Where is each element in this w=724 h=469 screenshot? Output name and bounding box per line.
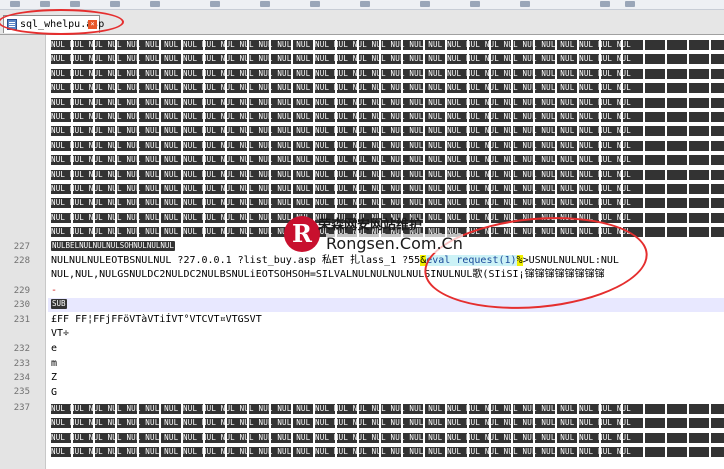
code-line-231: £FF FF¦FFjFFöVTàVTiÍVT°VTCVT¤VTGSVT xyxy=(51,313,262,327)
toolbar xyxy=(0,0,724,10)
line-number: 233 xyxy=(13,359,30,369)
toolbar-icon[interactable] xyxy=(360,1,370,7)
nul-row-text: NUL NUL NUL NUL NUL NUL NUL NUL NUL NUL … xyxy=(51,83,631,93)
toolbar-icon[interactable] xyxy=(70,1,80,7)
toolbar-icon[interactable] xyxy=(520,1,530,7)
code-line-233: m xyxy=(51,357,57,371)
code-line-234: Z xyxy=(51,371,57,385)
toolbar-icon[interactable] xyxy=(150,1,160,7)
nul-row: NUL NUL NUL NUL NUL NUL NUL NUL NUL NUL … xyxy=(51,52,724,67)
nul-row-text: NUL NUL NUL NUL NUL NUL NUL NUL NUL NUL … xyxy=(51,169,631,179)
nul-row: NUL NUL NUL NUL NUL NUL NUL NUL NUL NUL … xyxy=(51,81,724,96)
line-number: 229 xyxy=(13,286,30,296)
code-line-232: e xyxy=(51,342,57,356)
nul-row: NUL NUL NUL NUL NUL NUL NUL NUL NUL NUL … xyxy=(51,416,724,431)
nul-row: NUL NUL NUL NUL NUL NUL NUL NUL NUL NUL … xyxy=(51,167,724,182)
line-number: 237 xyxy=(13,403,30,413)
watermark: R 荣森网安网站维护 Rongsen.Com.Cn xyxy=(284,214,463,262)
line-233-text: m xyxy=(51,358,58,369)
line-number: 230 xyxy=(13,300,30,310)
nul-row-text: NUL NUL NUL NUL NUL NUL NUL NUL NUL NUL … xyxy=(51,68,631,78)
nul-row-text: NUL NUL NUL NUL NUL NUL NUL NUL NUL NUL … xyxy=(51,155,631,165)
line-number: 227 xyxy=(13,242,30,252)
nul-row-text: NUL NUL NUL NUL NUL NUL NUL NUL NUL NUL … xyxy=(51,40,631,49)
line-229-text: - xyxy=(51,285,58,296)
nul-row: NUL NUL NUL NUL NUL NUL NUL NUL NUL NUL … xyxy=(51,110,724,124)
line-number-gutter: 227 228 229 230 231 232 233 234 235 237 xyxy=(0,35,46,469)
nul-row-text: NUL NUL NUL NUL NUL NUL NUL NUL NUL NUL … xyxy=(51,404,631,413)
line-number: 235 xyxy=(13,387,30,397)
nul-row-text: NUL NUL NUL NUL NUL NUL NUL NUL NUL NUL … xyxy=(51,112,631,121)
nul-row-text: NUL NUL NUL NUL NUL NUL NUL NUL NUL NUL … xyxy=(51,54,631,64)
nul-row: NUL NUL NUL NUL NUL NUL NUL NUL NUL NUL … xyxy=(51,445,724,460)
code-line-227: NULBELNULNULNULSOHNULNULNUL xyxy=(51,240,176,254)
toolbar-icon[interactable] xyxy=(625,1,635,7)
watermark-en-text: Rongsen.Com.Cn xyxy=(326,234,463,253)
nul-row: NUL NUL NUL NUL NUL NUL NUL NUL NUL NUL … xyxy=(51,402,724,416)
nul-row-text: NUL NUL NUL NUL NUL NUL NUL NUL NUL NUL … xyxy=(51,432,631,442)
nul-row-text: NUL NUL NUL NUL NUL NUL NUL NUL NUL NUL … xyxy=(51,140,631,150)
nul-row: NUL NUL NUL NUL NUL NUL NUL NUL NUL NUL … xyxy=(51,182,724,196)
line-235-text: G xyxy=(51,387,58,398)
toolbar-icon[interactable] xyxy=(10,1,20,7)
line-number: 234 xyxy=(13,373,30,383)
watermark-cn-text: 荣森网安网站维护 xyxy=(318,218,423,233)
control-token: NULBELNULNULNULSOHNULNULNUL xyxy=(51,241,175,251)
line-number: 231 xyxy=(13,315,30,325)
nul-row-text: NUL NUL NUL NUL NUL NUL NUL NUL NUL NUL … xyxy=(51,198,631,208)
line-234-text: Z xyxy=(51,372,58,383)
nul-row: NUL NUL NUL NUL NUL NUL NUL NUL NUL NUL … xyxy=(51,95,724,110)
annotation-circle-tab xyxy=(0,9,124,35)
line-number: 232 xyxy=(13,344,30,354)
nul-row: NUL NUL NUL NUL NUL NUL NUL NUL NUL NUL … xyxy=(51,138,724,153)
toolbar-icon[interactable] xyxy=(600,1,610,7)
toolbar-icon[interactable] xyxy=(110,1,120,7)
nul-row-text: NUL NUL NUL NUL NUL NUL NUL NUL NUL NUL … xyxy=(51,126,631,136)
nul-row: NUL NUL NUL NUL NUL NUL NUL NUL NUL NUL … xyxy=(51,38,724,52)
nul-row-text: NUL NUL NUL NUL NUL NUL NUL NUL NUL NUL … xyxy=(51,418,631,428)
code-line-229: - xyxy=(51,284,57,298)
line-231-text: £FF FF¦FFjFFöVTàVTiÍVT°VTCVT¤VTGSVT xyxy=(51,314,262,325)
code-line-235: G xyxy=(51,386,57,400)
nul-row: NUL NUL NUL NUL NUL NUL NUL NUL NUL NUL … xyxy=(51,66,724,81)
line-232-text: e xyxy=(51,343,58,354)
toolbar-icon[interactable] xyxy=(420,1,430,7)
code-line-230-current: SUB xyxy=(48,298,724,312)
toolbar-icon[interactable] xyxy=(470,1,480,7)
nul-row: NUL NUL NUL NUL NUL NUL NUL NUL NUL NUL … xyxy=(51,124,724,139)
nul-row-text: NUL NUL NUL NUL NUL NUL NUL NUL NUL NUL … xyxy=(51,184,631,193)
nul-row: NUL NUL NUL NUL NUL NUL NUL NUL NUL NUL … xyxy=(51,430,724,445)
control-token: SUB xyxy=(51,299,67,309)
toolbar-icon[interactable] xyxy=(260,1,270,7)
watermark-logo: R xyxy=(284,216,320,252)
line-number: 228 xyxy=(13,256,30,266)
nul-row-text: NUL NUL NUL NUL NUL NUL NUL NUL NUL NUL … xyxy=(51,97,631,107)
line-231-wrap-text: VT÷ xyxy=(51,328,70,339)
toolbar-icon[interactable] xyxy=(210,1,220,7)
toolbar-icon[interactable] xyxy=(40,1,50,7)
code-line-231-wrap: VT÷ xyxy=(51,327,69,341)
nul-row: NUL NUL NUL NUL NUL NUL NUL NUL NUL NUL … xyxy=(51,196,724,211)
toolbar-icon[interactable] xyxy=(310,1,320,7)
nul-row-text: NUL NUL NUL NUL NUL NUL NUL NUL NUL NUL … xyxy=(51,447,631,457)
nul-row: NUL NUL NUL NUL NUL NUL NUL NUL NUL NUL … xyxy=(51,153,724,168)
